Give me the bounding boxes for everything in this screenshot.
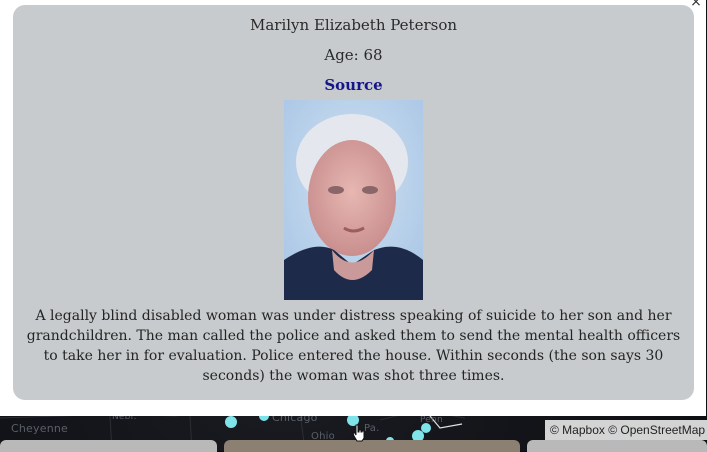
victim-age: Age: 68 [324, 46, 383, 64]
source-link[interactable]: Source [13, 76, 694, 94]
map-label-cheyenne: Cheyenne [11, 422, 69, 435]
bottom-tab-right[interactable] [527, 440, 707, 452]
close-button[interactable]: × [688, 0, 704, 9]
hand-cursor-icon [352, 424, 365, 442]
victim-name: Marilyn Elizabeth Peterson [249, 16, 458, 34]
incident-description: A legally blind disabled woman was under… [26, 308, 681, 384]
map-label-penn: Penn [420, 415, 443, 425]
bottom-tab-left[interactable] [0, 440, 217, 452]
map-marker[interactable] [225, 416, 237, 428]
map-label-pa: Pa. [364, 423, 380, 434]
map-attribution[interactable]: © Mapbox © OpenStreetMap [545, 420, 707, 440]
popup: Marilyn Elizabeth Peterson Age: 68 Sourc… [0, 0, 706, 416]
victim-photo [284, 100, 423, 300]
popup-card: Marilyn Elizabeth Peterson Age: 68 Sourc… [13, 5, 694, 400]
bottom-tab-middle[interactable] [224, 440, 520, 452]
